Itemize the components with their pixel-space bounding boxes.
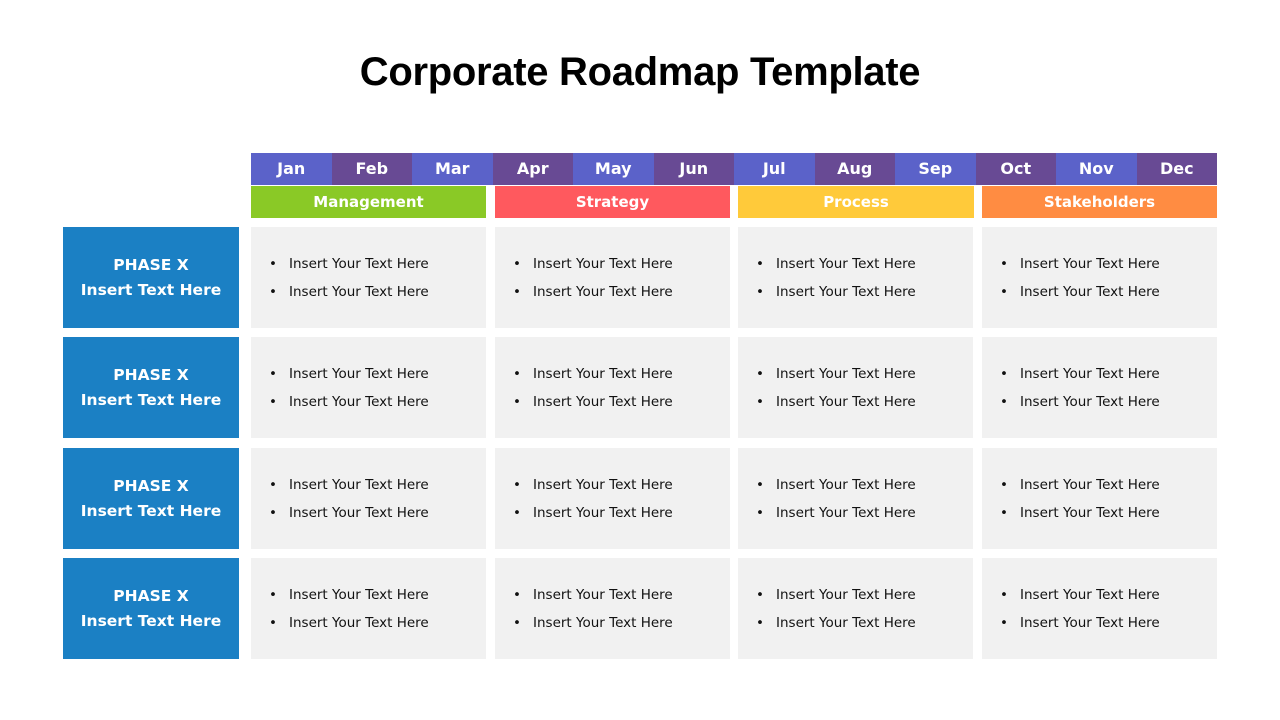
phase-subtitle: Insert Text Here — [80, 390, 222, 409]
month-aug: Aug — [814, 153, 895, 185]
bullet-item: Insert Your Text Here — [495, 388, 730, 416]
bullet-item: Insert Your Text Here — [738, 278, 973, 306]
bullet-item: Insert Your Text Here — [982, 250, 1217, 278]
phase-subtitle: Insert Text Here — [80, 611, 222, 630]
bullet-item: Insert Your Text Here — [251, 360, 486, 388]
month-may: May — [573, 153, 654, 185]
bullet-item: Insert Your Text Here — [982, 581, 1217, 609]
bullet-item: Insert Your Text Here — [251, 388, 486, 416]
bullet-item: Insert Your Text Here — [738, 581, 973, 609]
phase-title: PHASE X — [113, 365, 189, 384]
month-feb: Feb — [331, 153, 412, 185]
bullet-item: Insert Your Text Here — [251, 250, 486, 278]
roadmap-cell: Insert Your Text HereInsert Your Text He… — [982, 448, 1217, 549]
bullet-item: Insert Your Text Here — [495, 250, 730, 278]
category-management: Management — [251, 186, 486, 218]
bullet-item: Insert Your Text Here — [982, 360, 1217, 388]
phase-title: PHASE X — [113, 586, 189, 605]
bullet-item: Insert Your Text Here — [251, 609, 486, 637]
roadmap-cell: Insert Your Text HereInsert Your Text He… — [251, 558, 486, 659]
bullet-item: Insert Your Text Here — [495, 360, 730, 388]
bullet-item: Insert Your Text Here — [738, 471, 973, 499]
roadmap-cell: Insert Your Text HereInsert Your Text He… — [982, 227, 1217, 328]
month-nov: Nov — [1056, 153, 1137, 185]
phase-subtitle: Insert Text Here — [80, 501, 222, 520]
roadmap-cell: Insert Your Text HereInsert Your Text He… — [495, 558, 730, 659]
month-sep: Sep — [895, 153, 976, 185]
category-process: Process — [738, 186, 974, 218]
roadmap-cell: Insert Your Text HereInsert Your Text He… — [738, 558, 973, 659]
page-title: Corporate Roadmap Template — [359, 50, 921, 94]
phase-box: PHASE X Insert Text Here — [63, 337, 239, 438]
bullet-item: Insert Your Text Here — [982, 609, 1217, 637]
roadmap-cell: Insert Your Text HereInsert Your Text He… — [251, 448, 486, 549]
bullet-item: Insert Your Text Here — [251, 278, 486, 306]
phase-title: PHASE X — [113, 255, 189, 274]
roadmap-cell: Insert Your Text HereInsert Your Text He… — [982, 558, 1217, 659]
month-mar: Mar — [412, 153, 493, 185]
bullet-item: Insert Your Text Here — [495, 471, 730, 499]
bullet-item: Insert Your Text Here — [738, 609, 973, 637]
month-apr: Apr — [492, 153, 573, 185]
bullet-item: Insert Your Text Here — [738, 388, 973, 416]
month-dec: Dec — [1136, 153, 1217, 185]
phase-subtitle: Insert Text Here — [80, 280, 222, 299]
roadmap-cell: Insert Your Text HereInsert Your Text He… — [738, 448, 973, 549]
bullet-item: Insert Your Text Here — [982, 388, 1217, 416]
roadmap-cell: Insert Your Text HereInsert Your Text He… — [738, 337, 973, 438]
roadmap-cell: Insert Your Text HereInsert Your Text He… — [495, 448, 730, 549]
roadmap-cell: Insert Your Text HereInsert Your Text He… — [982, 337, 1217, 438]
phase-box: PHASE X Insert Text Here — [63, 558, 239, 659]
bullet-item: Insert Your Text Here — [738, 250, 973, 278]
month-jul: Jul — [734, 153, 815, 185]
bullet-item: Insert Your Text Here — [251, 471, 486, 499]
phase-box: PHASE X Insert Text Here — [63, 448, 239, 549]
bullet-item: Insert Your Text Here — [495, 499, 730, 527]
month-oct: Oct — [975, 153, 1056, 185]
roadmap-cell: Insert Your Text HereInsert Your Text He… — [738, 227, 973, 328]
category-strategy: Strategy — [495, 186, 730, 218]
roadmap-cell: Insert Your Text HereInsert Your Text He… — [495, 337, 730, 438]
bullet-item: Insert Your Text Here — [738, 499, 973, 527]
phase-title: PHASE X — [113, 476, 189, 495]
bullet-item: Insert Your Text Here — [982, 499, 1217, 527]
bullet-item: Insert Your Text Here — [982, 471, 1217, 499]
phase-box: PHASE X Insert Text Here — [63, 227, 239, 328]
month-jan: Jan — [251, 153, 332, 185]
bullet-item: Insert Your Text Here — [982, 278, 1217, 306]
month-header: Jan Feb Mar Apr May Jun Jul Aug Sep Oct … — [251, 153, 1217, 185]
roadmap-cell: Insert Your Text HereInsert Your Text He… — [251, 337, 486, 438]
bullet-item: Insert Your Text Here — [495, 278, 730, 306]
bullet-item: Insert Your Text Here — [251, 499, 486, 527]
bullet-item: Insert Your Text Here — [251, 581, 486, 609]
category-stakeholders: Stakeholders — [982, 186, 1217, 218]
roadmap-cell: Insert Your Text HereInsert Your Text He… — [251, 227, 486, 328]
category-header: Management Strategy Process Stakeholders — [251, 186, 1217, 218]
roadmap-cell: Insert Your Text HereInsert Your Text He… — [495, 227, 730, 328]
bullet-item: Insert Your Text Here — [495, 609, 730, 637]
bullet-item: Insert Your Text Here — [495, 581, 730, 609]
month-jun: Jun — [653, 153, 734, 185]
bullet-item: Insert Your Text Here — [738, 360, 973, 388]
